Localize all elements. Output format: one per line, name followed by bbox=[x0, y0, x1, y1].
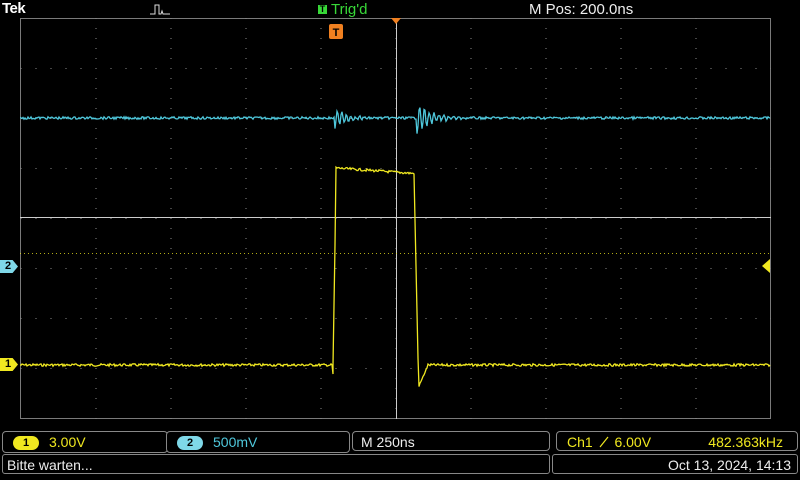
trigger-status: T Trig'd bbox=[318, 1, 367, 18]
ch1-badge: 1 bbox=[13, 436, 39, 450]
trigger-readout[interactable]: Ch1 6.00V 482.363kHz bbox=[556, 431, 798, 451]
pulse-acquisition-icon bbox=[150, 4, 170, 15]
ch2-ground-marker[interactable]: 2 bbox=[0, 260, 18, 273]
status-message: Bitte warten... bbox=[2, 454, 550, 474]
rising-edge-icon bbox=[599, 436, 609, 448]
time-scale-readout[interactable]: M 250ns bbox=[352, 431, 550, 451]
date-time: Oct 13, 2024, 14:13 bbox=[552, 454, 798, 474]
waveform-display[interactable]: T bbox=[20, 18, 771, 419]
brand-logo: Tek bbox=[2, 0, 26, 17]
trigger-t-glyph: T bbox=[333, 27, 340, 39]
trigger-level-arrow-icon[interactable] bbox=[760, 259, 770, 273]
trigger-level: 6.00V bbox=[614, 434, 652, 450]
trigger-status-icon: T bbox=[318, 4, 327, 14]
status-bar: Bitte warten... Oct 13, 2024, 14:13 bbox=[0, 454, 800, 476]
ch2-badge: 2 bbox=[177, 436, 203, 450]
trigger-status-label: Trig'd bbox=[331, 1, 368, 18]
ch1-scale: 3.00V bbox=[49, 434, 86, 450]
frequency-readout: 482.363kHz bbox=[708, 434, 783, 450]
trigger-t-icon: T bbox=[329, 24, 343, 39]
ch1-ground-marker[interactable]: 1 bbox=[0, 358, 18, 371]
header-bar: Tek T Trig'd M Pos: 200.0ns bbox=[0, 0, 800, 18]
ch2-scale-readout[interactable]: 2 500mV bbox=[166, 431, 350, 453]
settings-bar: 1 3.00V 2 500mV M 250ns Ch1 6.00V 482.363k… bbox=[0, 431, 800, 453]
horizontal-position: M Pos: 200.0ns bbox=[529, 1, 634, 18]
ch2-scale: 500mV bbox=[213, 434, 258, 450]
trigger-source: Ch1 bbox=[567, 434, 593, 450]
ch1-scale-readout[interactable]: 1 3.00V bbox=[2, 431, 168, 453]
